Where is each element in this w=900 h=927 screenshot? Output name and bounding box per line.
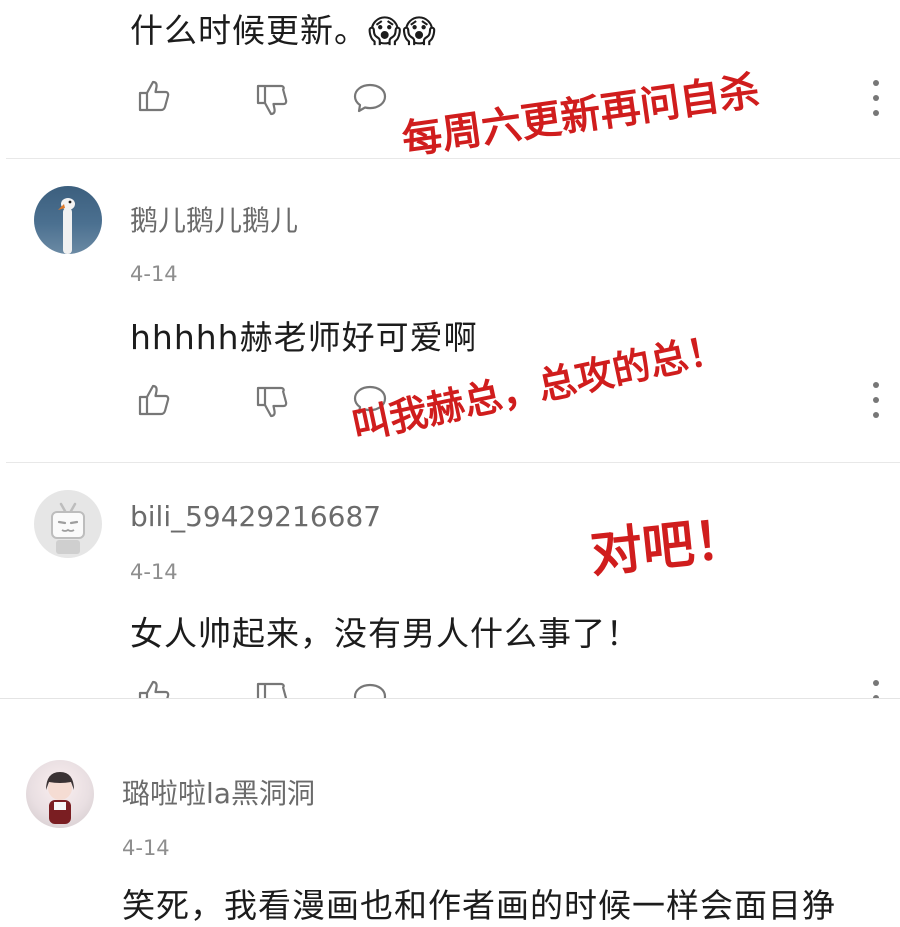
like-button[interactable] — [134, 676, 174, 698]
more-options-button[interactable] — [869, 680, 883, 698]
more-options-button[interactable] — [869, 382, 883, 418]
comment-date: 4-14 — [122, 836, 170, 860]
username[interactable]: 璐啦啦la黑洞洞 — [122, 772, 315, 812]
avatar-swan[interactable] — [34, 186, 102, 254]
more-options-button[interactable] — [869, 80, 883, 116]
comment-2-text: hhhhh赫老师好可爱啊 — [130, 318, 478, 357]
comment-1-text: 什么时候更新。😱😱 — [130, 11, 437, 50]
thumb-up-icon — [138, 80, 170, 112]
thumb-up-icon — [138, 384, 170, 416]
comment-3-text: 女人帅起来，没有男人什么事了！ — [130, 614, 640, 653]
thumb-up-icon — [138, 680, 170, 698]
more-vertical-icon — [873, 680, 879, 686]
thumb-down-icon — [256, 682, 288, 698]
dislike-button[interactable] — [252, 80, 292, 120]
comment-date: 4-14 — [130, 560, 178, 584]
username[interactable]: bili_59429216687 — [130, 500, 381, 533]
thumb-down-icon — [256, 84, 288, 116]
comment-4-text: 笑死，我看漫画也和作者画的时候一样会面目狰 — [122, 886, 836, 925]
username[interactable]: 鹅儿鹅儿鹅儿 — [130, 199, 298, 239]
thumb-down-icon — [256, 386, 288, 418]
comment-date: 4-14 — [130, 262, 178, 286]
scream-emoji: 😱😱 — [368, 12, 437, 50]
avatar-bilibili-default[interactable] — [34, 490, 102, 558]
like-button[interactable] — [134, 76, 174, 116]
swan-icon — [58, 198, 75, 254]
bilibili-tv-icon — [51, 502, 85, 554]
divider — [0, 698, 900, 699]
reply-button[interactable] — [350, 78, 390, 118]
girl-avatar-icon — [46, 772, 74, 824]
annotation-saturday-update: 每周六更新再问自杀 — [399, 68, 763, 164]
avatar-girl[interactable] — [26, 760, 94, 828]
comment-icon — [353, 83, 387, 113]
annotation-right: 对吧！ — [587, 508, 749, 585]
reply-button[interactable] — [350, 678, 390, 698]
more-vertical-icon — [873, 382, 879, 388]
action-row-clipped — [0, 676, 900, 698]
like-button[interactable] — [134, 380, 174, 420]
dislike-button[interactable] — [252, 678, 292, 698]
dislike-button[interactable] — [252, 382, 292, 422]
more-vertical-icon — [873, 80, 879, 86]
divider — [6, 462, 900, 463]
comment-icon — [353, 683, 387, 698]
divider — [6, 158, 900, 159]
